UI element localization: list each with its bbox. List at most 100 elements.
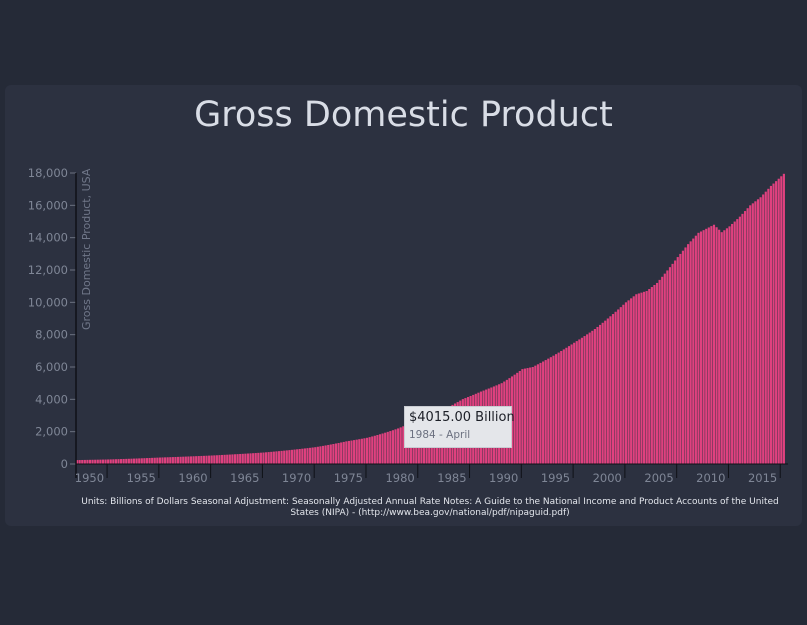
bar[interactable]	[340, 442, 343, 464]
bar[interactable]	[316, 446, 319, 464]
bar[interactable]	[386, 431, 389, 464]
bar[interactable]	[208, 455, 211, 464]
bar[interactable]	[542, 361, 545, 465]
bar[interactable]	[293, 449, 296, 464]
bar[interactable]	[347, 440, 350, 464]
bar[interactable]	[617, 309, 620, 464]
bar[interactable]	[674, 260, 677, 464]
bar[interactable]	[627, 300, 630, 464]
bar[interactable]	[296, 449, 299, 464]
bar[interactable]	[236, 454, 239, 464]
bar[interactable]	[88, 459, 92, 464]
bar[interactable]	[394, 429, 397, 464]
bar[interactable]	[99, 459, 102, 464]
bar[interactable]	[329, 444, 332, 464]
bar[interactable]	[176, 456, 180, 464]
bar[interactable]	[288, 450, 291, 464]
bar[interactable]	[694, 235, 697, 464]
bar[interactable]	[718, 229, 721, 464]
bar[interactable]	[169, 457, 172, 464]
bar[interactable]	[303, 448, 306, 464]
bar[interactable]	[534, 365, 537, 464]
bar[interactable]	[738, 216, 741, 464]
bar[interactable]	[226, 454, 229, 464]
bar[interactable]	[254, 453, 257, 464]
bar[interactable]	[391, 430, 395, 464]
bar[interactable]	[764, 191, 767, 464]
bar[interactable]	[272, 451, 275, 464]
bar[interactable]	[549, 357, 552, 464]
bar[interactable]	[156, 457, 159, 464]
bar[interactable]	[769, 185, 773, 464]
bar[interactable]	[531, 367, 534, 464]
bar[interactable]	[195, 456, 198, 464]
bar[interactable]	[78, 460, 81, 464]
bar[interactable]	[324, 445, 327, 464]
bar[interactable]	[772, 183, 775, 465]
bar[interactable]	[736, 219, 739, 464]
bar[interactable]	[114, 459, 117, 464]
bar[interactable]	[368, 437, 371, 464]
bar[interactable]	[138, 458, 141, 464]
bar[interactable]	[767, 188, 770, 464]
bar[interactable]	[645, 291, 648, 464]
bar[interactable]	[570, 344, 573, 464]
bar[interactable]	[780, 176, 783, 464]
bar[interactable]	[277, 451, 281, 464]
bar[interactable]	[687, 244, 690, 464]
bar[interactable]	[580, 337, 584, 464]
bar[interactable]	[112, 459, 115, 464]
bar[interactable]	[637, 293, 640, 464]
bar[interactable]	[705, 228, 708, 464]
bar[interactable]	[350, 440, 353, 464]
bar[interactable]	[676, 257, 679, 464]
bar[interactable]	[749, 205, 752, 464]
bar[interactable]	[358, 439, 361, 464]
bar[interactable]	[223, 454, 226, 464]
bar[interactable]	[280, 450, 283, 464]
bar[interactable]	[381, 433, 384, 464]
bar[interactable]	[378, 434, 382, 464]
bar[interactable]	[710, 226, 713, 464]
bar[interactable]	[91, 459, 94, 464]
bar[interactable]	[135, 458, 138, 464]
bar[interactable]	[715, 227, 718, 464]
bar[interactable]	[143, 458, 146, 464]
bar[interactable]	[332, 444, 335, 464]
bar[interactable]	[145, 458, 149, 464]
bar[interactable]	[650, 287, 653, 464]
bar[interactable]	[609, 316, 612, 464]
bar[interactable]	[213, 455, 216, 464]
bar[interactable]	[101, 459, 105, 464]
bar[interactable]	[187, 456, 190, 464]
bar[interactable]	[622, 304, 625, 464]
bar[interactable]	[591, 330, 594, 464]
bar[interactable]	[565, 347, 568, 464]
bar[interactable]	[267, 452, 270, 464]
bar[interactable]	[586, 334, 589, 464]
bar[interactable]	[614, 311, 617, 464]
bar[interactable]	[127, 458, 130, 464]
bar[interactable]	[526, 368, 529, 464]
bar[interactable]	[314, 447, 317, 464]
bar[interactable]	[658, 279, 661, 464]
bar[interactable]	[702, 230, 705, 464]
bar[interactable]	[661, 276, 664, 464]
bar[interactable]	[153, 457, 156, 464]
bar[interactable]	[668, 267, 672, 464]
bar[interactable]	[257, 452, 260, 464]
bar[interactable]	[355, 439, 358, 464]
bar[interactable]	[599, 324, 602, 464]
bar[interactable]	[389, 431, 392, 464]
bar[interactable]	[174, 456, 177, 464]
bar[interactable]	[397, 428, 400, 464]
bar[interactable]	[202, 455, 206, 464]
bar[interactable]	[252, 453, 255, 464]
bar[interactable]	[96, 459, 99, 464]
bar[interactable]	[210, 455, 213, 465]
bar[interactable]	[107, 459, 110, 464]
bar[interactable]	[327, 444, 330, 464]
bar[interactable]	[120, 459, 123, 464]
bar[interactable]	[83, 459, 86, 464]
bar[interactable]	[244, 453, 247, 464]
